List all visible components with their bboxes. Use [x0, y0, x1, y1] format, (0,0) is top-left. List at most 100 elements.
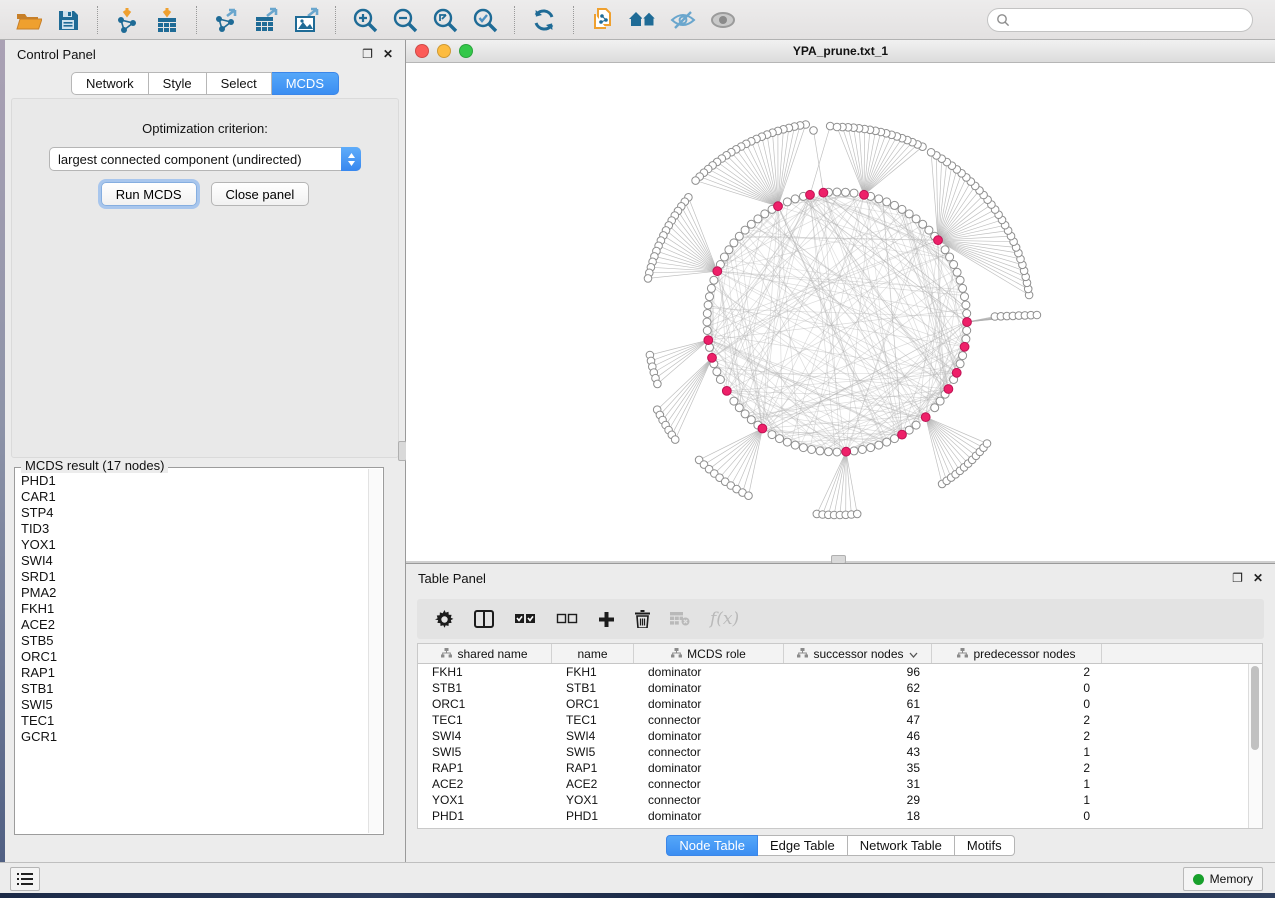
column-header-successor-nodes[interactable]: successor nodes: [784, 644, 932, 663]
gear-icon[interactable]: [435, 610, 454, 629]
mcds-result-item[interactable]: ORC1: [21, 649, 369, 665]
mcds-result-item[interactable]: SWI4: [21, 553, 369, 569]
cell-predecessor-nodes: 0: [932, 680, 1102, 696]
cell-shared-name: STB1: [418, 680, 552, 696]
search-box[interactable]: [987, 8, 1253, 32]
toolbar-separator: [514, 6, 515, 34]
table-row[interactable]: PHD1PHD1dominator180: [418, 808, 1262, 824]
column-header-MCDS-role[interactable]: MCDS role: [634, 644, 784, 663]
mcds-result-item[interactable]: STB1: [21, 681, 369, 697]
column-header-name[interactable]: name: [552, 644, 634, 663]
network-window-titlebar[interactable]: YPA_prune.txt_1: [406, 40, 1275, 63]
mcds-result-item[interactable]: PHD1: [21, 473, 369, 489]
cell-successor-nodes: 35: [784, 760, 932, 776]
column-header-shared-name[interactable]: shared name: [418, 644, 552, 663]
tab-network-table[interactable]: Network Table: [848, 835, 955, 856]
hide-selected-icon[interactable]: [665, 4, 701, 36]
task-history-button[interactable]: [10, 867, 40, 891]
table-row[interactable]: TEC1TEC1connector472: [418, 712, 1262, 728]
select-all-icon[interactable]: [514, 613, 536, 625]
column-header-predecessor-nodes[interactable]: predecessor nodes: [932, 644, 1102, 663]
export-network-icon[interactable]: [208, 4, 244, 36]
cell-MCDS-role: dominator: [634, 680, 784, 696]
table-scrollbar[interactable]: [1248, 664, 1262, 828]
mcds-result-item[interactable]: SRD1: [21, 569, 369, 585]
memory-button[interactable]: Memory: [1183, 867, 1263, 891]
tab-style[interactable]: Style: [149, 72, 207, 95]
zoom-in-icon[interactable]: [347, 4, 383, 36]
mcds-result-item[interactable]: SWI5: [21, 697, 369, 713]
zoom-fit-icon[interactable]: [427, 4, 463, 36]
tab-mcds[interactable]: MCDS: [272, 72, 339, 95]
float-panel-icon[interactable]: ❐: [362, 48, 373, 60]
table-row[interactable]: SWI5SWI5connector431: [418, 744, 1262, 760]
mcds-list-scrollbar[interactable]: [368, 469, 382, 833]
cell-shared-name: RAP1: [418, 760, 552, 776]
zoom-selected-icon[interactable]: [467, 4, 503, 36]
open-file-icon[interactable]: [10, 4, 46, 36]
network-window-title: YPA_prune.txt_1: [406, 44, 1275, 58]
cell-successor-nodes: 29: [784, 792, 932, 808]
mcds-result-item[interactable]: YOX1: [21, 537, 369, 553]
mcds-result-item[interactable]: STB5: [21, 633, 369, 649]
table-row[interactable]: FKH1FKH1dominator962: [418, 664, 1262, 680]
mcds-result-item[interactable]: GCR1: [21, 729, 369, 745]
mcds-result-item[interactable]: PMA2: [21, 585, 369, 601]
toolbar-separator: [196, 6, 197, 34]
mcds-result-list[interactable]: PHD1CAR1STP4TID3YOX1SWI4SRD1PMA2FKH1ACE2…: [16, 469, 369, 833]
mcds-result-item[interactable]: TEC1: [21, 713, 369, 729]
delete-table-icon: [670, 612, 690, 626]
table-row[interactable]: ORC1ORC1dominator610: [418, 696, 1262, 712]
cell-name: PHD1: [552, 808, 634, 824]
tab-edge-table[interactable]: Edge Table: [758, 835, 848, 856]
cell-predecessor-nodes: 2: [932, 728, 1102, 744]
table-row[interactable]: STB1STB1dominator620: [418, 680, 1262, 696]
float-table-panel-icon[interactable]: ❐: [1232, 572, 1243, 584]
table-row[interactable]: RAP1RAP1dominator352: [418, 760, 1262, 776]
shared-column-icon: [671, 647, 682, 661]
criterion-select[interactable]: largest connected component (undirected): [49, 147, 361, 171]
cell-MCDS-role: dominator: [634, 664, 784, 680]
tab-network[interactable]: Network: [71, 72, 149, 95]
trash-icon[interactable]: [635, 610, 650, 628]
run-mcds-button[interactable]: Run MCDS: [101, 182, 197, 206]
mcds-result-item[interactable]: TID3: [21, 521, 369, 537]
cell-name: STB1: [552, 680, 634, 696]
toolbar-separator: [97, 6, 98, 34]
mcds-result-item[interactable]: CAR1: [21, 489, 369, 505]
search-input[interactable]: [1010, 9, 1244, 31]
export-table-icon[interactable]: [248, 4, 284, 36]
refresh-icon[interactable]: [526, 4, 562, 36]
import-network-icon[interactable]: [109, 4, 145, 36]
show-all-icon[interactable]: [705, 4, 741, 36]
unselect-all-icon[interactable]: [556, 613, 578, 625]
close-panel-icon[interactable]: ✕: [383, 48, 393, 60]
zoom-out-icon[interactable]: [387, 4, 423, 36]
tab-select[interactable]: Select: [207, 72, 272, 95]
network-view-window: YPA_prune.txt_1: [406, 40, 1275, 561]
table-row[interactable]: YOX1YOX1connector291: [418, 792, 1262, 808]
cell-MCDS-role: connector: [634, 744, 784, 760]
tab-motifs[interactable]: Motifs: [955, 835, 1015, 856]
column-view-icon[interactable]: [474, 610, 494, 628]
first-neighbors-icon[interactable]: [625, 4, 661, 36]
network-graph-canvas[interactable]: [406, 63, 1275, 561]
save-icon[interactable]: [50, 4, 86, 36]
cell-name: FKH1: [552, 664, 634, 680]
sort-desc-icon: [909, 647, 918, 661]
table-row[interactable]: ACE2ACE2connector311: [418, 776, 1262, 792]
duplicate-network-icon[interactable]: [585, 4, 621, 36]
toolbar-separator: [335, 6, 336, 34]
mcds-result-item[interactable]: STP4: [21, 505, 369, 521]
tab-node-table[interactable]: Node Table: [666, 835, 758, 856]
close-table-panel-icon[interactable]: ✕: [1253, 572, 1263, 584]
table-row[interactable]: SWI4SWI4dominator462: [418, 728, 1262, 744]
import-table-icon[interactable]: [149, 4, 185, 36]
mcds-result-item[interactable]: ACE2: [21, 617, 369, 633]
export-image-icon[interactable]: [288, 4, 324, 36]
table-scrollbar-thumb[interactable]: [1251, 666, 1259, 750]
mcds-result-item[interactable]: RAP1: [21, 665, 369, 681]
add-column-icon[interactable]: [598, 611, 615, 628]
close-panel-button[interactable]: Close panel: [211, 182, 310, 206]
mcds-result-item[interactable]: FKH1: [21, 601, 369, 617]
